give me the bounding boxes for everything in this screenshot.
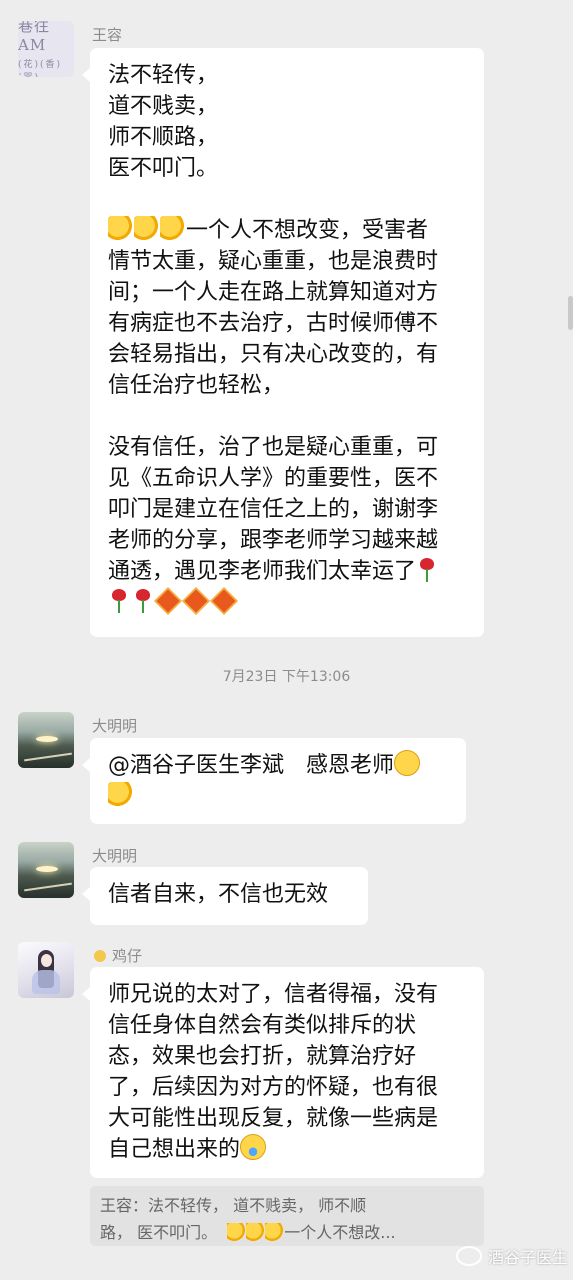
message-timestamp: 7月23日 下午13:06 [222,669,351,685]
message-line: 叩门是建立在信任之上的，谢谢李 [108,497,439,522]
message-line: 信任身体自然会有类似排斥的状 [108,1013,417,1038]
scrollbar[interactable] [568,296,573,330]
laugh-cry-emoji [240,1134,267,1160]
avatar-damingming[interactable] [18,712,74,768]
message-line: 会轻易指出，只有决心改变的，有 [108,342,439,367]
thumbs-up-emoji [246,1223,265,1241]
message-line: 间；一个人走在路上就算知道对方 [108,280,439,305]
message-line: 大可能性出现反复，就像一些病是 [108,1106,439,1131]
message-line: 医不叩门。 [108,156,219,181]
message-line: 自己想出来的 [108,1134,467,1165]
message-line: 情节太重，疑心重重，也是浪费时 [108,249,439,274]
avatar-text-bottom: (花)(香)(咒) [18,60,63,77]
quoted-message[interactable]: 王容：法不轻传， 道不贱卖， 师不顺 路， 医不叩门。 一个人不想改... [90,1186,484,1246]
message-line [108,587,467,618]
sender-name: 大明明 [92,717,138,735]
rose-emoji [132,588,154,614]
sender-name: 鸡仔 [94,945,142,966]
quote-line: 王容：法不轻传， 道不贱卖， 师不顺 [100,1196,367,1215]
avatar-damingming[interactable] [18,842,74,898]
smile-emoji [394,750,421,776]
message-bubble[interactable]: 法不轻传， 道不贱卖， 师不顺路， 医不叩门。 一个人不想改变，受害者 情节太重… [82,48,484,637]
message-bubble[interactable]: 师兄说的太对了，信者得福，没有 信任身体自然会有类似排斥的状 态，效果也会打折，… [82,967,484,1178]
message-line: 道不贱卖， [108,94,219,119]
message-line: 态，效果也会打折，就算治疗好 [108,1044,417,1069]
avatar-text-top: 巷往AM [18,21,51,54]
rose-emoji [108,588,130,614]
thumbs-up-emoji [160,216,184,240]
message-line: 信者自来，不信也无效 [108,882,329,907]
message-line: 见《五命识人学》的重要性，医不 [108,466,439,491]
message-line [108,781,449,812]
message-line: 一个人不想改变，受害者 [108,215,467,246]
message-line: 通透，遇见李老师我们太幸运了 [108,556,467,587]
thumbs-up-emoji [108,782,132,806]
thumbs-up-emoji [265,1223,284,1241]
avatar-jizai[interactable] [18,942,74,998]
fu-diamond-emoji [182,587,210,615]
message-line: 有病症也不去治疗，古时候师傅不 [108,311,439,336]
message-line: @酒谷子医生李斌 感恩老师 [108,750,449,781]
message-line: 信任治疗也轻松， [108,373,285,398]
message-bubble[interactable]: @酒谷子医生李斌 感恩老师 [82,738,466,824]
message-bubble[interactable]: 信者自来，不信也无效 [82,867,368,925]
fu-diamond-emoji [210,587,238,615]
watermark: 酒谷子医生 [456,1244,568,1268]
message-line: 没有信任，治了也是疑心重重，可 [108,435,439,460]
quote-line: 路， 医不叩门。 一个人不想改... [100,1223,396,1242]
thumbs-up-emoji [227,1223,246,1241]
chick-icon [94,950,106,962]
avatar-wangrong[interactable]: 巷往AM (花)(香)(咒) [18,21,74,77]
fu-diamond-emoji [154,587,182,615]
rose-emoji [416,557,438,583]
wechat-official-account-icon [456,1246,482,1266]
message-line: 法不轻传， [108,63,219,88]
message-line: 老师的分享，跟李老师学习越来越 [108,528,439,553]
thumbs-up-emoji [108,216,132,240]
message-line: 师兄说的太对了，信者得福，没有 [108,982,439,1007]
sender-name: 大明明 [92,847,138,865]
message-line: 师不顺路， [108,125,219,150]
sender-name: 王容 [92,26,123,44]
message-line: 了，后续因为对方的怀疑，也有很 [108,1075,439,1100]
thumbs-up-emoji [134,216,158,240]
